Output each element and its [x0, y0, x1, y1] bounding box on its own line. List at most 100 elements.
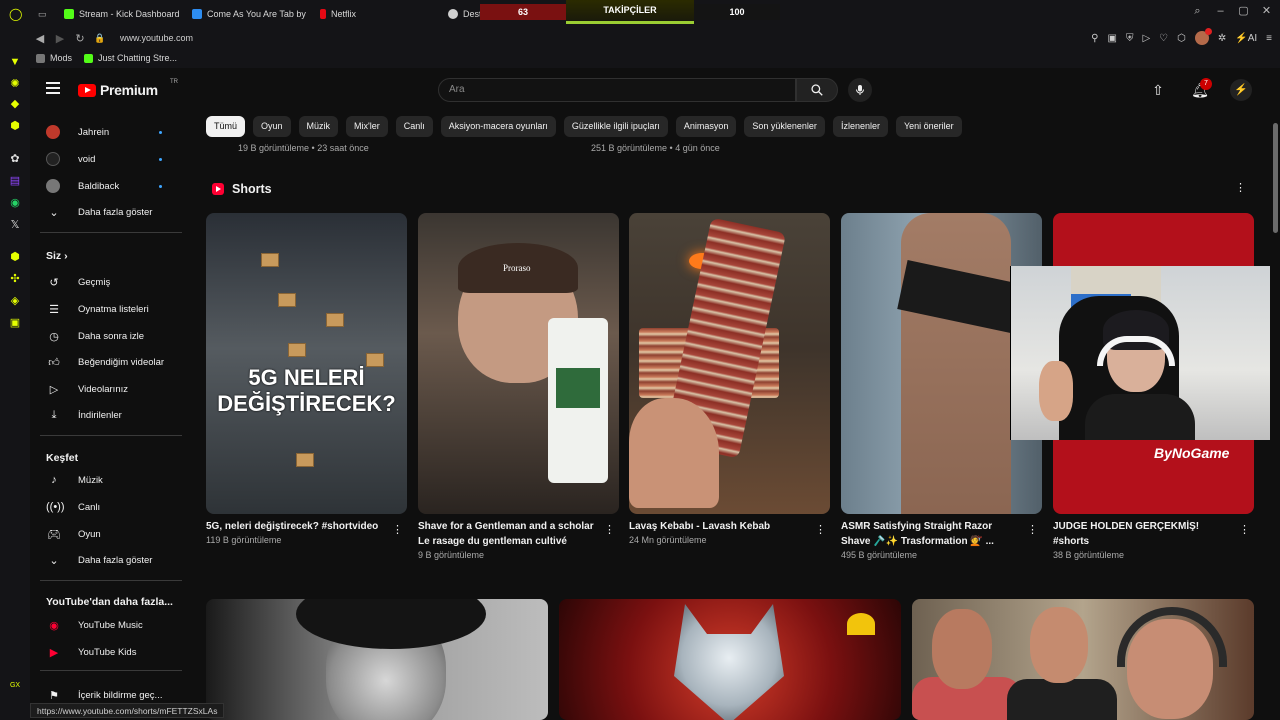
maximize-icon[interactable]: ▢: [1238, 6, 1249, 17]
ai-icon[interactable]: ⚡AI: [1235, 33, 1257, 44]
gear-icon[interactable]: ✲: [1218, 33, 1226, 44]
sidebar-section-you[interactable]: Siz ›: [46, 250, 68, 262]
youtube-premium-logo[interactable]: Premium TR: [78, 79, 178, 98]
shelf-more-icon[interactable]: ⋮: [1235, 183, 1246, 194]
hamburger-menu-icon[interactable]: [46, 82, 60, 94]
chatgpt-icon[interactable]: ✿: [9, 153, 21, 165]
video-thumbnail[interactable]: [206, 599, 548, 720]
gx-settings-icon[interactable]: ✣: [9, 273, 21, 285]
more-actions-icon[interactable]: ⋮: [392, 523, 403, 536]
chip-recently-uploaded[interactable]: Son yüklenenler: [744, 116, 825, 137]
cube-icon[interactable]: ⬡: [1177, 33, 1186, 44]
gx-tool-icon[interactable]: ⬢: [9, 251, 21, 263]
bookmark-mods[interactable]: Mods: [36, 53, 72, 63]
gx-vpn-icon[interactable]: ◈: [9, 295, 21, 307]
search-tabs-icon[interactable]: ⌕: [1192, 6, 1203, 17]
workspace-icon[interactable]: ▭: [30, 0, 56, 28]
sidebar-show-more-channels[interactable]: ⌄ Daha fazla göster: [30, 200, 182, 224]
sidebar-show-more-explore[interactable]: ⌄ Daha fazla göster: [30, 548, 182, 572]
short-card[interactable]: Lavaş Kebabı - Lavash Kebab 24 Mn görünt…: [629, 213, 830, 545]
gx-corner-icon[interactable]: ✺: [9, 78, 21, 90]
gx-control-icon[interactable]: ▼: [9, 56, 21, 68]
chip-live[interactable]: Canlı: [395, 116, 433, 137]
voice-search-button[interactable]: [848, 78, 872, 102]
search-button[interactable]: [796, 78, 838, 102]
thumb-art: [1007, 679, 1117, 720]
page-scrollbar[interactable]: [1270, 68, 1280, 720]
video-thumbnail[interactable]: [912, 599, 1254, 720]
short-title[interactable]: ASMR Satisfying Straight Razor Shave 🪒✨ …: [841, 519, 1021, 549]
opera-gx-logo-icon[interactable]: ◯: [0, 0, 30, 28]
profile-avatar[interactable]: [1194, 28, 1212, 45]
short-title[interactable]: Lavaş Kebabı - Lavash Kebab: [629, 519, 809, 534]
sidebar-item-youtube-music[interactable]: ◉ YouTube Music: [30, 613, 182, 637]
sidebar-item-your-videos[interactable]: ▷ Videolarınız: [30, 377, 182, 401]
tab-kick-dashboard[interactable]: Stream - Kick Dashboard: [56, 0, 184, 28]
sidebar-item-watch-later[interactable]: ◷ Daha sonra izle: [30, 324, 182, 348]
sidebar-channel-jahrein[interactable]: Jahrein: [30, 120, 182, 144]
more-actions-icon[interactable]: ⋮: [1027, 523, 1038, 536]
url-field[interactable]: www.youtube.com: [120, 33, 193, 43]
sidebar-item-label: Jahrein: [78, 126, 110, 138]
sidebar-item-gaming[interactable]: 🎮︎ Oyun: [30, 522, 182, 546]
chip-new-to-you[interactable]: Yeni öneriler: [895, 116, 962, 137]
shield-icon[interactable]: ⛨: [1126, 33, 1134, 44]
pin-icon[interactable]: ⚲: [1091, 33, 1098, 44]
gx-store-icon[interactable]: ⬢: [9, 120, 21, 132]
short-thumbnail[interactable]: 5G NELERİ DEĞİŞTİRECEK?: [206, 213, 407, 514]
new-content-dot: [159, 184, 162, 188]
notifications-button[interactable]: 🔔︎ 7: [1188, 78, 1212, 102]
sidebar-item-youtube-kids[interactable]: ▶ YouTube Kids: [30, 640, 182, 664]
gx-cleaner-icon[interactable]: ◆: [9, 98, 21, 110]
chip-gaming[interactable]: Oyun: [253, 116, 291, 137]
sidebar-channel-baldiback[interactable]: Baldiback: [30, 174, 182, 198]
short-thumbnail[interactable]: Proraso: [418, 213, 619, 514]
minimize-icon[interactable]: –: [1215, 6, 1226, 17]
upload-icon[interactable]: ⇧: [1146, 78, 1170, 102]
chip-all[interactable]: Tümü: [206, 116, 246, 137]
short-title[interactable]: JUDGE HOLDEN GERÇEKMİŞ! #shorts: [1053, 519, 1233, 549]
video-thumbnail[interactable]: [559, 599, 901, 720]
more-actions-icon[interactable]: ⋮: [815, 523, 826, 536]
more-actions-icon[interactable]: ⋮: [1239, 523, 1250, 536]
sidebar-item-live[interactable]: ((•)) Canlı: [30, 495, 182, 519]
sidebar-item-downloads[interactable]: ⤓ İndirilenler: [30, 403, 182, 427]
account-avatar[interactable]: ⚡: [1230, 79, 1252, 101]
chip-action-adventure[interactable]: Aksiyon-macera oyunları: [440, 116, 556, 137]
short-title[interactable]: Shave for a Gentleman and a scholar Le r…: [418, 519, 598, 549]
close-icon[interactable]: ✕: [1261, 6, 1272, 17]
scrollbar-thumb[interactable]: [1273, 123, 1278, 233]
tab-come-as-you-are[interactable]: Come As You Are Tab by: [184, 0, 312, 28]
menu-icon[interactable]: ≡: [1266, 33, 1272, 44]
short-thumbnail[interactable]: [629, 213, 830, 514]
search-input[interactable]: Ara: [438, 78, 796, 102]
video-popout-icon[interactable]: ▷: [1142, 33, 1150, 44]
chip-beauty-tips[interactable]: Güzellikle ilgili ipuçları: [563, 116, 668, 137]
forward-icon[interactable]: ▶: [50, 32, 70, 45]
sidebar-item-liked-videos[interactable]: 👍︎ Beğendiğim videolar: [30, 350, 182, 374]
tab-netflix[interactable]: Netflix: [312, 0, 440, 28]
link-status-bar: https://www.youtube.com/shorts/mFETTZSxL…: [30, 703, 225, 718]
chip-animation[interactable]: Animasyon: [675, 116, 737, 137]
gx-panel-icon[interactable]: ▣: [9, 317, 21, 329]
chip-watched[interactable]: İzlenenler: [832, 116, 888, 137]
x-twitter-icon[interactable]: 𝕏: [9, 219, 21, 231]
sidebar-item-music[interactable]: ♪ Müzik: [30, 468, 182, 492]
reload-icon[interactable]: ↻: [70, 32, 90, 45]
short-card[interactable]: 5G NELERİ DEĞİŞTİRECEK? 5G, neleri değiş…: [206, 213, 407, 545]
sidebar-item-playlists[interactable]: ☰ Oynatma listeleri: [30, 297, 182, 321]
sidebar-channel-void[interactable]: void: [30, 147, 182, 171]
sidebar-item-history[interactable]: ↺ Geçmiş: [30, 270, 182, 294]
short-card[interactable]: Proraso Shave for a Gentleman and a scho…: [418, 213, 619, 560]
heart-icon[interactable]: ♡: [1159, 33, 1168, 44]
short-title[interactable]: 5G, neleri değiştirecek? #shortvideo: [206, 519, 386, 534]
more-actions-icon[interactable]: ⋮: [604, 523, 615, 536]
back-icon[interactable]: ◀: [30, 32, 50, 45]
snapshot-icon[interactable]: ▣: [1108, 33, 1117, 44]
chip-music[interactable]: Müzik: [298, 116, 339, 137]
thumb-art: [847, 613, 875, 635]
chip-mixes[interactable]: Mix'ler: [346, 116, 388, 137]
twitch-icon[interactable]: ▤: [9, 175, 21, 187]
bookmark-just-chatting[interactable]: Just Chatting Stre...: [84, 53, 177, 63]
whatsapp-icon[interactable]: ◉: [9, 197, 21, 209]
